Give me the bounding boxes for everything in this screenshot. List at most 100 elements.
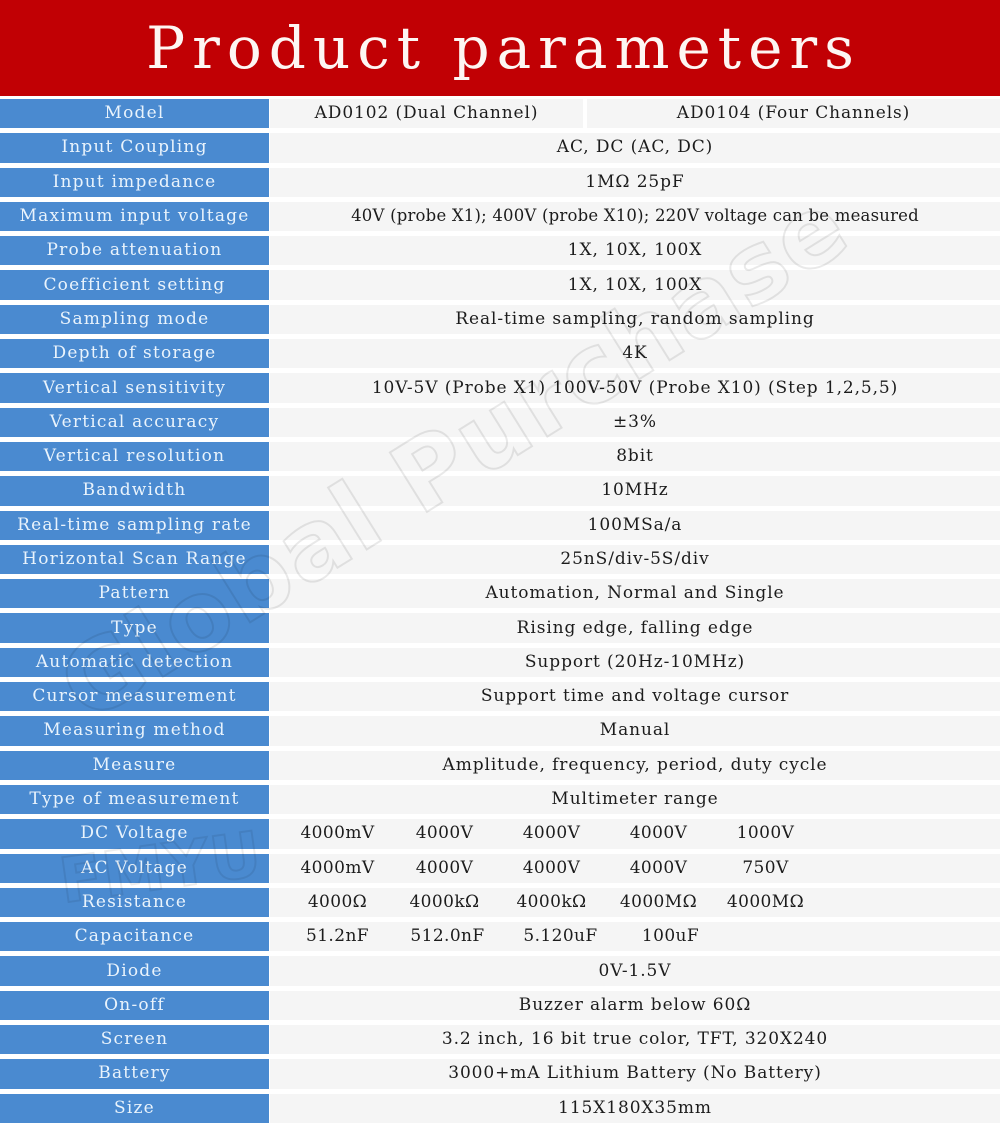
row-label: Probe attenuation xyxy=(0,233,269,268)
table-row: Input Coupling AC, DC (AC, DC) xyxy=(0,130,1000,165)
row-label: AC Voltage xyxy=(0,850,269,885)
table-row: On-off Buzzer alarm below 60Ω xyxy=(0,987,1000,1023)
row-value: Manual xyxy=(269,713,1000,748)
range-value: 5.120uF xyxy=(523,926,598,947)
table-row: Pattern Automation, Normal and Single xyxy=(0,576,1000,611)
table-row: Vertical accuracy ±3% xyxy=(0,404,1000,439)
row-label: Horizontal Scan Range xyxy=(0,541,269,577)
row-label: Resistance xyxy=(0,884,269,920)
table-row: Coefficient setting 1X, 10X, 100X xyxy=(0,267,1000,302)
row-value: AC, DC (AC, DC) xyxy=(269,130,1000,165)
table-row: Bandwidth 10MHz xyxy=(0,473,1000,508)
table-row: Screen 3.2 inch, 16 bit true color, TFT, … xyxy=(0,1022,1000,1057)
range-value: 512.0nF xyxy=(410,926,485,947)
table-row: Size 115X180X35mm xyxy=(0,1090,1000,1124)
row-label: Measuring method xyxy=(0,713,269,748)
range-value: 4000V xyxy=(522,857,581,878)
row-value: Buzzer alarm below 60Ω xyxy=(269,987,1000,1023)
row-value: 1X, 10X, 100X xyxy=(269,267,1000,302)
row-label: DC Voltage xyxy=(0,816,269,851)
table-row: Measuring method Manual xyxy=(0,713,1000,748)
product-parameters-page: Product parameters Model AD0102 (Dual Cha… xyxy=(0,0,1000,1124)
row-value: Real-time sampling, random sampling xyxy=(269,301,1000,337)
table-row: Depth of storage 4K xyxy=(0,336,1000,371)
range-value: 4000kΩ xyxy=(409,891,480,912)
table-row: Vertical resolution 8bit xyxy=(0,438,1000,474)
row-label: Capacitance xyxy=(0,919,269,954)
row-value: 115X180X35mm xyxy=(269,1090,1000,1124)
row-label: Vertical accuracy xyxy=(0,404,269,439)
page-title: Product parameters xyxy=(146,14,861,82)
row-value: Support (20Hz-10MHz) xyxy=(269,644,1000,680)
row-label: Automatic detection xyxy=(0,644,269,680)
table-row: Diode 0V-1.5V xyxy=(0,953,1000,988)
row-value: 8bit xyxy=(269,438,1000,474)
row-value: 25nS/div-5S/div xyxy=(269,541,1000,577)
range-value: 4000V xyxy=(415,857,474,878)
row-label: Screen xyxy=(0,1022,269,1057)
table-row: Resistance 4000Ω 4000kΩ 4000kΩ 4000MΩ 4000MΩ xyxy=(0,884,1000,920)
row-value: 1MΩ 25pF xyxy=(269,164,1000,199)
row-value-range-list: 4000mV 4000V 4000V 4000V 1000V xyxy=(269,816,1000,851)
row-value: 1X, 10X, 100X xyxy=(269,233,1000,268)
table-row: Type Rising edge, falling edge xyxy=(0,610,1000,645)
row-value-range-list: 4000Ω 4000kΩ 4000kΩ 4000MΩ 4000MΩ xyxy=(269,884,1000,920)
row-label: Maximum input voltage xyxy=(0,198,269,234)
range-value: 4000mV xyxy=(300,823,375,844)
row-value-secondary: AD0104 (Four Channels) xyxy=(586,96,1000,131)
row-label: Input impedance xyxy=(0,164,269,199)
table-row: Automatic detection Support (20Hz-10MHz) xyxy=(0,644,1000,680)
row-label: Real-time sampling rate xyxy=(0,507,269,542)
table-row: Maximum input voltage 40V (probe X1); 400… xyxy=(0,198,1000,234)
row-label: Pattern xyxy=(0,576,269,611)
row-label: Sampling mode xyxy=(0,301,269,337)
table-row: DC Voltage 4000mV 4000V 4000V 4000V 1000V xyxy=(0,816,1000,851)
range-value: 4000V xyxy=(522,823,581,844)
row-label: Bandwidth xyxy=(0,473,269,508)
table-row: Battery 3000+mA Lithium Battery (No Batte… xyxy=(0,1056,1000,1091)
row-label: Type of measurement xyxy=(0,781,269,817)
row-value: Automation, Normal and Single xyxy=(269,576,1000,611)
row-value: 4K xyxy=(269,336,1000,371)
row-value: Support time and voltage cursor xyxy=(269,679,1000,714)
row-value: 10MHz xyxy=(269,473,1000,508)
row-value: 3000+mA Lithium Battery (No Battery) xyxy=(269,1056,1000,1091)
row-value: 10V-5V (Probe X1) 100V-50V (Probe X10) (… xyxy=(269,370,1000,405)
row-label: Diode xyxy=(0,953,269,988)
row-value-range-list: 51.2nF 512.0nF 5.120uF 100uF xyxy=(269,919,1000,954)
row-label: On-off xyxy=(0,987,269,1023)
row-label: Coefficient setting xyxy=(0,267,269,302)
range-value: 4000MΩ xyxy=(619,891,698,912)
table-row: Capacitance 51.2nF 512.0nF 5.120uF 100uF xyxy=(0,919,1000,954)
row-value: 40V (probe X1); 400V (probe X10); 220V v… xyxy=(269,198,1000,234)
range-value: 4000Ω xyxy=(307,891,368,912)
range-value: 1000V xyxy=(736,823,795,844)
table-row: AC Voltage 4000mV 4000V 4000V 4000V 750V xyxy=(0,850,1000,885)
table-row: Probe attenuation 1X, 10X, 100X xyxy=(0,233,1000,268)
row-label: Depth of storage xyxy=(0,336,269,371)
row-value: 0V-1.5V xyxy=(269,953,1000,988)
row-label: Battery xyxy=(0,1056,269,1091)
range-value: 750V xyxy=(742,857,789,878)
table-row: Horizontal Scan Range 25nS/div-5S/div xyxy=(0,541,1000,577)
row-value: Amplitude, frequency, period, duty cycle xyxy=(269,747,1000,782)
row-label: Size xyxy=(0,1090,269,1124)
range-value: 4000V xyxy=(629,857,688,878)
row-value: Rising edge, falling edge xyxy=(269,610,1000,645)
row-label: Measure xyxy=(0,747,269,782)
table-row: Input impedance 1MΩ 25pF xyxy=(0,164,1000,199)
table-row: Model AD0102 (Dual Channel) AD0104 (Four C… xyxy=(0,96,1000,131)
row-label: Vertical resolution xyxy=(0,438,269,474)
row-label: Vertical sensitivity xyxy=(0,370,269,405)
row-value: 3.2 inch, 16 bit true color, TFT, 320X24… xyxy=(269,1022,1000,1057)
range-value: 4000kΩ xyxy=(516,891,587,912)
table-row: Cursor measurement Support time and volta… xyxy=(0,679,1000,714)
row-label: Type xyxy=(0,610,269,645)
row-value: Multimeter range xyxy=(269,781,1000,817)
range-value: 4000mV xyxy=(300,857,375,878)
table-row: Sampling mode Real-time sampling, random … xyxy=(0,301,1000,337)
range-value: 4000MΩ xyxy=(726,891,805,912)
row-label: Input Coupling xyxy=(0,130,269,165)
table-row: Vertical sensitivity 10V-5V (Probe X1) 10… xyxy=(0,370,1000,405)
range-value: 4000V xyxy=(629,823,688,844)
